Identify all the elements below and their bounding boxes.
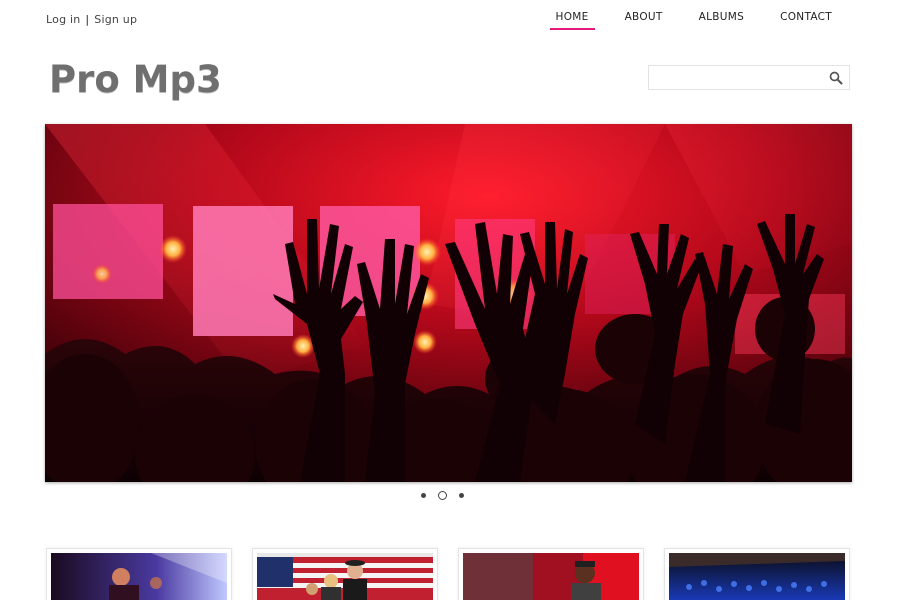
- crowd-blue-lights-image: [669, 553, 845, 600]
- nav-item-albums[interactable]: ALBUMS: [685, 11, 758, 30]
- slider-pagination: [421, 491, 464, 500]
- signup-link[interactable]: Sign up: [94, 13, 137, 26]
- slider-dot-2[interactable]: [438, 491, 447, 500]
- auth-links: Log in | Sign up: [46, 13, 137, 26]
- nav-item-home[interactable]: HOME: [542, 11, 603, 30]
- nav-item-contact[interactable]: CONTACT: [766, 11, 846, 30]
- login-link[interactable]: Log in: [46, 13, 80, 26]
- hero-slider[interactable]: [45, 124, 852, 482]
- search-icon[interactable]: [829, 71, 843, 85]
- album-card-3[interactable]: [458, 548, 644, 600]
- auth-separator: |: [85, 13, 90, 26]
- album-card-4[interactable]: [664, 548, 850, 600]
- slider-dot-1[interactable]: [421, 493, 426, 498]
- singer-red-backdrop-image: [463, 553, 639, 600]
- search-input[interactable]: [649, 66, 831, 89]
- concert-crowd-image: [45, 124, 852, 482]
- slider-dot-3[interactable]: [459, 493, 464, 498]
- album-card-1[interactable]: [46, 548, 232, 600]
- main-nav: HOME ABOUT ALBUMS CONTACT: [534, 11, 847, 30]
- search-box: [648, 65, 850, 90]
- album-card-2[interactable]: [252, 548, 438, 600]
- nav-item-about[interactable]: ABOUT: [611, 11, 677, 30]
- guitarist-on-stage-image: [51, 553, 227, 600]
- page: Log in | Sign up HOME ABOUT ALBUMS CONTA…: [0, 0, 900, 600]
- site-logo[interactable]: Pro Mp3: [49, 58, 222, 101]
- band-with-flag-image: [257, 553, 433, 600]
